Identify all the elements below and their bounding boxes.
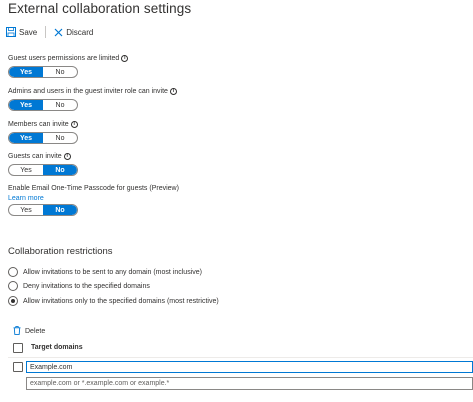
row-checkbox[interactable]: [13, 362, 23, 372]
email-otp-toggle[interactable]: Yes No: [8, 204, 78, 216]
admins-invite-toggle[interactable]: Yes No: [8, 99, 78, 111]
learn-more-link[interactable]: Learn more: [8, 195, 179, 202]
setting-label: Members can invite: [8, 121, 69, 128]
radio-button[interactable]: [8, 281, 18, 291]
delete-button[interactable]: Delete: [13, 326, 45, 337]
toggle-yes[interactable]: Yes: [9, 165, 43, 175]
guest-permissions-toggle[interactable]: Yes No: [8, 66, 78, 78]
save-icon: [6, 27, 16, 37]
header-divider: [8, 357, 473, 358]
discard-button[interactable]: Discard: [54, 28, 93, 37]
toggle-no[interactable]: No: [43, 205, 77, 215]
toggle-no[interactable]: No: [43, 165, 77, 175]
radio-button[interactable]: [8, 267, 18, 277]
radio-button[interactable]: [8, 296, 18, 306]
collaboration-restrictions-heading: Collaboration restrictions: [8, 246, 113, 257]
toggle-yes[interactable]: Yes: [9, 133, 43, 143]
info-icon[interactable]: [70, 121, 78, 128]
select-all-checkbox[interactable]: [13, 343, 23, 353]
trash-icon: [13, 326, 21, 337]
target-domains-header: Target domains: [31, 344, 83, 351]
info-icon[interactable]: [121, 55, 129, 62]
save-label: Save: [19, 27, 38, 37]
radio-label: Deny invitations to the specified domain…: [23, 282, 150, 290]
radio-allow-any-domain[interactable]: Allow invitations to be sent to any doma…: [8, 267, 202, 277]
setting-label: Enable Email One-Time Passcode for guest…: [8, 185, 179, 192]
setting-label: Admins and users in the guest inviter ro…: [8, 88, 168, 95]
toggle-yes[interactable]: Yes: [9, 67, 43, 77]
setting-guests-can-invite: Guests can invite Yes No: [8, 153, 78, 176]
toggle-no[interactable]: No: [43, 100, 77, 110]
delete-label: Delete: [25, 328, 46, 335]
toolbar: Save Discard: [6, 26, 93, 38]
discard-x-icon: [54, 28, 63, 37]
setting-members-can-invite: Members can invite Yes No: [8, 121, 78, 144]
info-icon[interactable]: [169, 88, 177, 95]
setting-email-otp: Enable Email One-Time Passcode for guest…: [8, 185, 179, 216]
info-icon[interactable]: [63, 153, 71, 160]
radio-label: Allow invitations only to the specified …: [23, 297, 219, 305]
discard-label: Discard: [66, 27, 94, 37]
toggle-no[interactable]: No: [43, 67, 77, 77]
setting-label: Guest users permissions are limited: [8, 55, 120, 62]
radio-label: Allow invitations to be sent to any doma…: [23, 268, 202, 276]
setting-guest-permissions-limited: Guest users permissions are limited Yes …: [8, 55, 129, 78]
toggle-no[interactable]: No: [43, 133, 77, 143]
radio-deny-specified[interactable]: Deny invitations to the specified domain…: [8, 281, 150, 291]
members-invite-toggle[interactable]: Yes No: [8, 132, 78, 144]
setting-admins-guest-inviter: Admins and users in the guest inviter ro…: [8, 88, 177, 111]
radio-allow-only-specified[interactable]: Allow invitations only to the specified …: [8, 296, 219, 306]
save-button[interactable]: Save: [6, 27, 37, 37]
domain-input[interactable]: Example.com: [26, 361, 473, 373]
page-title: External collaboration settings: [8, 1, 192, 16]
setting-label: Guests can invite: [8, 153, 62, 160]
toggle-yes[interactable]: Yes: [9, 205, 43, 215]
toolbar-divider: [45, 26, 47, 38]
toggle-yes[interactable]: Yes: [9, 100, 43, 110]
guests-invite-toggle[interactable]: Yes No: [8, 164, 78, 176]
new-domain-input[interactable]: example.com or *.example.com or example.…: [26, 377, 473, 390]
